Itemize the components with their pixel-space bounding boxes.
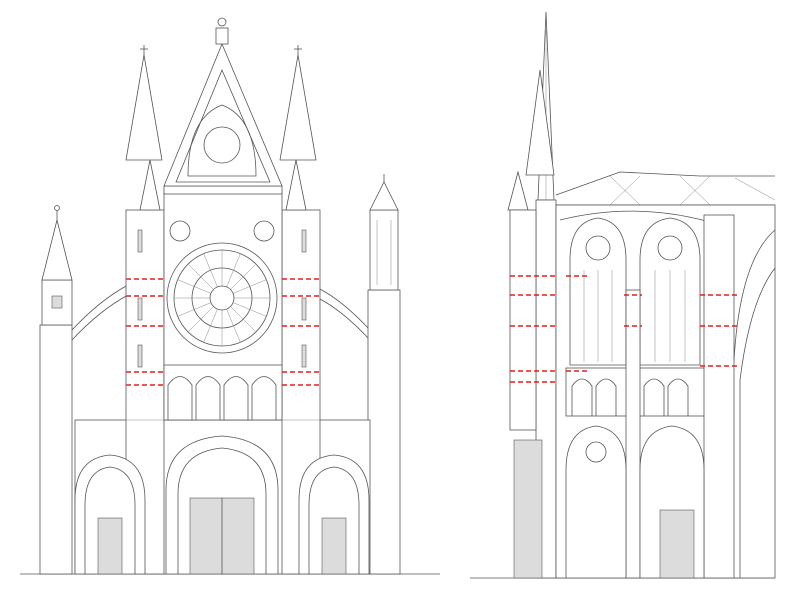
right-oculus bbox=[253, 220, 275, 242]
left-flying-buttress bbox=[71, 284, 129, 331]
left-oculus bbox=[169, 220, 191, 242]
roof-truss bbox=[555, 171, 776, 206]
gable-statue bbox=[215, 27, 229, 45]
left-portal bbox=[74, 454, 146, 575]
left-pinnacle bbox=[41, 205, 73, 326]
rose-window bbox=[166, 242, 278, 354]
facade-elevation bbox=[20, 17, 440, 575]
right-pinnacle bbox=[367, 174, 401, 575]
left-aisle-wall bbox=[39, 324, 73, 575]
central-gable bbox=[163, 17, 283, 187]
central-portal bbox=[165, 435, 279, 575]
architectural-drawing bbox=[20, 11, 776, 579]
right-flying-buttress bbox=[317, 287, 371, 331]
longitudinal-section bbox=[470, 11, 776, 579]
right-portal bbox=[298, 454, 370, 575]
arcade-gallery bbox=[163, 364, 283, 421]
